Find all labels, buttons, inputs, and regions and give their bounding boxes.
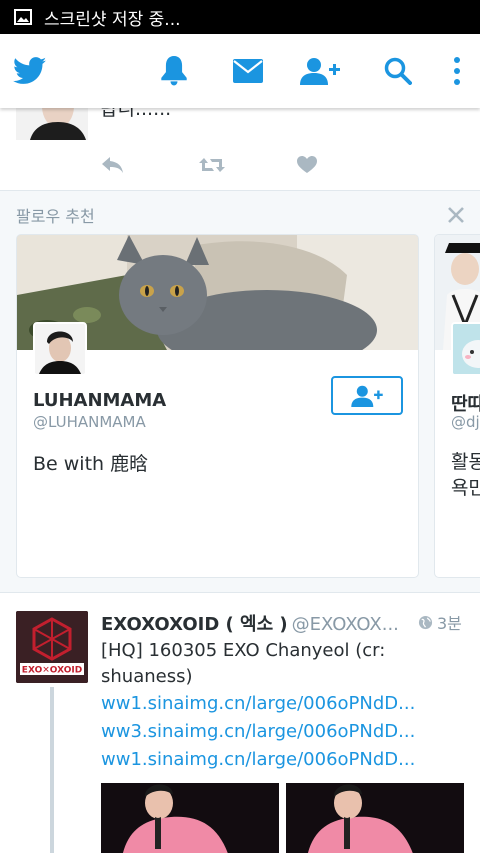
tweet-item[interactable]: EXO✕OXOID EXOXOXOID ( 엑소 ) @EXOXOX... 3분 … bbox=[0, 593, 480, 853]
more-vertical-icon[interactable] bbox=[448, 54, 466, 88]
profile-handle: @dj bbox=[451, 413, 480, 431]
tweet-text: [HQ] 160305 EXO Chanyeol (cr: shuaness) bbox=[101, 640, 386, 687]
globe-icon bbox=[418, 615, 433, 629]
follow-suggestions: 팔로우 추천 LUHANMAMA @LUHANMAMA Be with 鹿晗 딴… bbox=[0, 190, 480, 593]
add-user-icon bbox=[351, 385, 383, 407]
tweet-link[interactable]: ww1.sinaimg.cn/large/006oPNdD... bbox=[101, 693, 441, 714]
add-user-icon[interactable] bbox=[299, 54, 341, 88]
tweet-photo[interactable] bbox=[101, 783, 279, 853]
avatar-logo-text: EXO✕OXOID bbox=[22, 666, 82, 676]
follow-button[interactable] bbox=[331, 376, 403, 415]
status-text: 스크린샷 저장 중... bbox=[44, 9, 181, 30]
retweet-icon[interactable] bbox=[199, 156, 225, 174]
avatar[interactable]: EXO✕OXOID bbox=[16, 611, 88, 683]
tweet-photo[interactable] bbox=[286, 783, 464, 853]
profile-bio: 활동 욕만 bbox=[451, 449, 480, 501]
status-bar: 스크린샷 저장 중... bbox=[0, 0, 480, 34]
tweet-link[interactable]: ww1.sinaimg.cn/large/006oPNdD... bbox=[101, 749, 441, 770]
reply-icon[interactable] bbox=[100, 156, 124, 174]
suggestion-card[interactable]: 딴따 @dj 활동 욕만 bbox=[434, 234, 480, 578]
avatar[interactable] bbox=[451, 322, 480, 376]
tweet-text: 랍니...... bbox=[100, 108, 172, 120]
heart-icon[interactable] bbox=[297, 156, 317, 174]
close-icon[interactable] bbox=[446, 205, 466, 225]
profile-handle: @LUHANMAMA bbox=[33, 413, 146, 431]
tweet-author-handle: @EXOXOX... bbox=[291, 614, 399, 635]
image-icon bbox=[14, 9, 32, 25]
tweet-item[interactable]: 랍니...... bbox=[0, 108, 480, 190]
profile-name[interactable]: LUHANMAMA bbox=[33, 390, 166, 411]
suggestions-title: 팔로우 추천 bbox=[16, 207, 95, 226]
thread-line bbox=[50, 687, 54, 853]
tweet-time-text: 3분 bbox=[437, 614, 462, 633]
avatar[interactable] bbox=[33, 322, 87, 376]
tweet-timestamp: 3분 bbox=[416, 610, 462, 634]
profile-bio-line: 욕만 bbox=[451, 477, 480, 499]
bell-icon[interactable] bbox=[158, 54, 190, 88]
profile-bio-line: 활동 bbox=[451, 451, 480, 473]
suggestion-card[interactable]: LUHANMAMA @LUHANMAMA Be with 鹿晗 bbox=[16, 234, 419, 578]
tweet-author-name[interactable]: EXOXOXOID ( 엑소 ) bbox=[101, 614, 288, 635]
twitter-logo-icon[interactable] bbox=[12, 54, 48, 88]
mail-icon[interactable] bbox=[232, 54, 264, 88]
profile-bio: Be with 鹿晗 bbox=[33, 453, 149, 475]
search-icon[interactable] bbox=[382, 54, 414, 88]
avatar[interactable] bbox=[16, 108, 88, 140]
top-toolbar bbox=[0, 34, 480, 108]
tweet-link[interactable]: ww3.sinaimg.cn/large/006oPNdD... bbox=[101, 721, 441, 742]
